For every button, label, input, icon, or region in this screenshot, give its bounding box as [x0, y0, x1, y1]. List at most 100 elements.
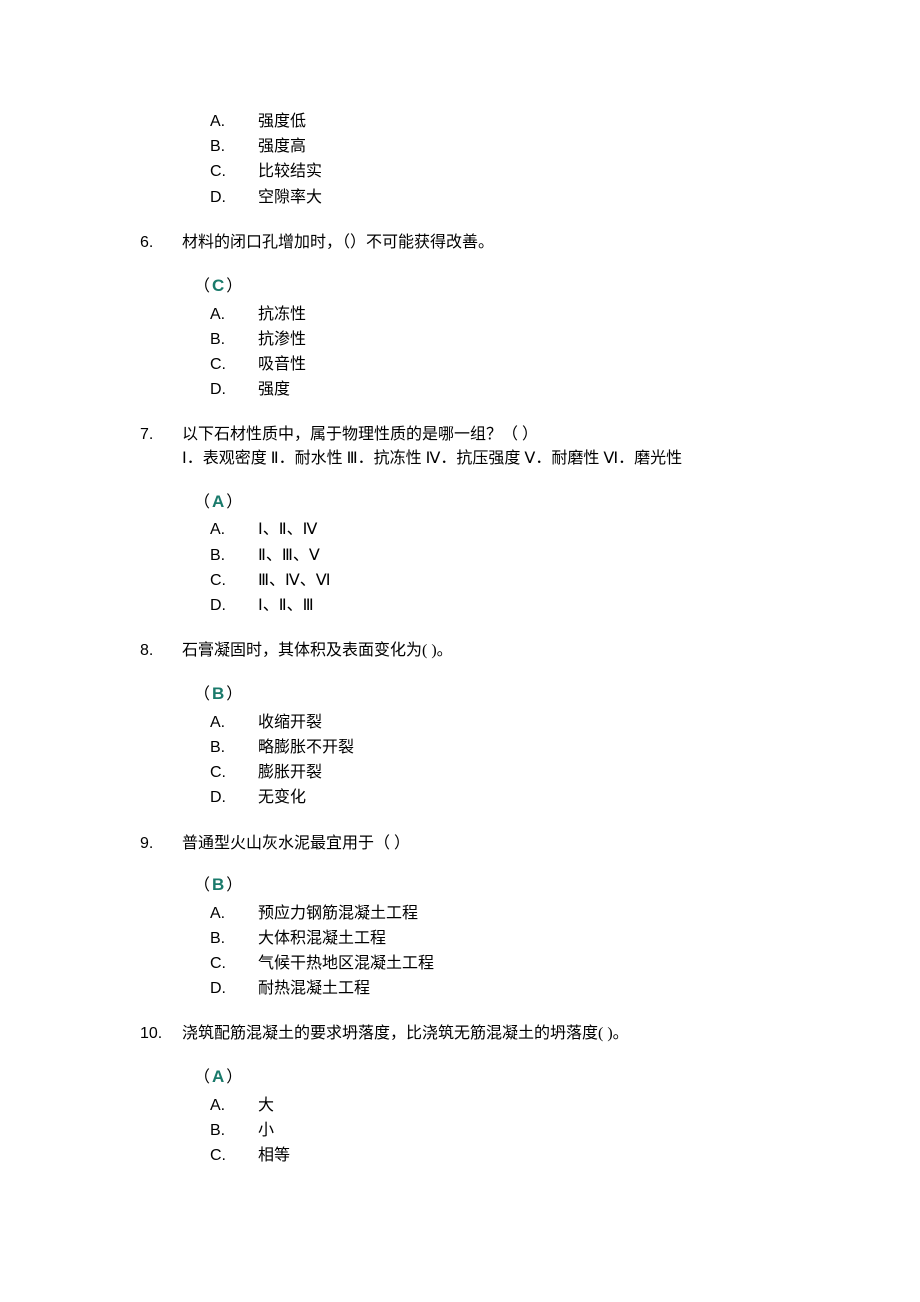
option-text: 小	[258, 1119, 800, 1142]
option-label: C.	[210, 353, 258, 376]
answer-letter: B	[210, 684, 226, 703]
option-label: B.	[210, 927, 258, 950]
option-text: 抗冻性	[258, 303, 800, 326]
question-block: 7. 以下石材性质中，属于物理性质的是哪一组？（ ） Ⅰ．表观密度 Ⅱ．耐水性 …	[140, 423, 800, 617]
option-row: C. 比较结实	[210, 160, 800, 183]
answer-block: （A）	[194, 490, 800, 515]
option-text: 比较结实	[258, 160, 800, 183]
option-label: D.	[210, 977, 258, 1000]
option-label: A.	[210, 902, 258, 925]
option-label: A.	[210, 1094, 258, 1117]
answer-block: （B）	[194, 682, 800, 707]
option-row: D. 强度	[210, 378, 800, 401]
option-row: A. 大	[210, 1094, 800, 1117]
option-row: B. 强度高	[210, 135, 800, 158]
question-text: 材料的闭口孔增加时，（）不可能获得改善。	[182, 231, 800, 254]
option-text: 无变化	[258, 786, 800, 809]
option-text: 略膨胀不开裂	[258, 736, 800, 759]
paren-open: （	[194, 877, 210, 894]
option-label: B.	[210, 328, 258, 351]
question-number: 10.	[140, 1022, 182, 1045]
option-row: C. Ⅲ、Ⅳ、Ⅵ	[210, 569, 800, 592]
paren-close: ）	[226, 278, 242, 295]
option-list: A. 强度低 B. 强度高 C. 比较结实 D. 空隙率大	[210, 110, 800, 209]
answer-letter: C	[210, 276, 226, 295]
option-row: B. 抗渗性	[210, 328, 800, 351]
option-label: D.	[210, 594, 258, 617]
question-text: 浇筑配筋混凝土的要求坍落度，比浇筑无筋混凝土的坍落度( )。	[182, 1022, 800, 1045]
option-text: 强度	[258, 378, 800, 401]
question-number: 8.	[140, 639, 182, 662]
option-text: 气候干热地区混凝土工程	[258, 952, 800, 975]
option-label: A.	[210, 711, 258, 734]
question-block: 6. 材料的闭口孔增加时，（）不可能获得改善。 （C） A. 抗冻性 B. 抗渗…	[140, 231, 800, 402]
paren-close: ）	[226, 877, 242, 894]
paren-open: （	[194, 686, 210, 703]
question-number: 7.	[140, 423, 182, 446]
option-text: 大体积混凝土工程	[258, 927, 800, 950]
option-label: C.	[210, 160, 258, 183]
answer-block: （A）	[194, 1065, 800, 1090]
option-text: 预应力钢筋混凝土工程	[258, 902, 800, 925]
option-text: 耐热混凝土工程	[258, 977, 800, 1000]
question-block: 8. 石膏凝固时，其体积及表面变化为( )。 （B） A. 收缩开裂 B. 略膨…	[140, 639, 800, 810]
option-text: Ⅰ、Ⅱ、Ⅲ	[258, 594, 800, 617]
question-text: 普通型火山灰水泥最宜用于（ ）	[182, 832, 800, 855]
question-block: A. 强度低 B. 强度高 C. 比较结实 D. 空隙率大	[140, 110, 800, 209]
option-text: 吸音性	[258, 353, 800, 376]
paren-open: （	[194, 1069, 210, 1086]
option-row: A. Ⅰ、Ⅱ、Ⅳ	[210, 518, 800, 541]
option-row: C. 膨胀开裂	[210, 761, 800, 784]
option-label: D.	[210, 378, 258, 401]
question-text: 以下石材性质中，属于物理性质的是哪一组？（ ）	[182, 423, 800, 446]
option-label: D.	[210, 186, 258, 209]
option-text: 膨胀开裂	[258, 761, 800, 784]
option-label: C.	[210, 1144, 258, 1167]
answer-block: （C）	[194, 274, 800, 299]
option-label: B.	[210, 544, 258, 567]
option-label: A.	[210, 518, 258, 541]
option-row: D. 无变化	[210, 786, 800, 809]
option-text: Ⅱ、Ⅲ、Ⅴ	[258, 544, 800, 567]
option-text: Ⅲ、Ⅳ、Ⅵ	[258, 569, 800, 592]
question-block: 10. 浇筑配筋混凝土的要求坍落度，比浇筑无筋混凝土的坍落度( )。 （A） A…	[140, 1022, 800, 1167]
option-row: D. 空隙率大	[210, 186, 800, 209]
paren-open: （	[194, 494, 210, 511]
answer-block: （B）	[194, 873, 800, 898]
option-row: D. 耐热混凝土工程	[210, 977, 800, 1000]
paren-close: ）	[226, 1069, 242, 1086]
option-text: 大	[258, 1094, 800, 1117]
paren-open: （	[194, 278, 210, 295]
question-number: 6.	[140, 231, 182, 254]
option-list: A. 预应力钢筋混凝土工程 B. 大体积混凝土工程 C. 气候干热地区混凝土工程…	[210, 902, 800, 1001]
question-block: 9. 普通型火山灰水泥最宜用于（ ） （B） A. 预应力钢筋混凝土工程 B. …	[140, 832, 800, 1001]
option-row: B. 略膨胀不开裂	[210, 736, 800, 759]
option-text: 抗渗性	[258, 328, 800, 351]
option-row: A. 预应力钢筋混凝土工程	[210, 902, 800, 925]
option-list: A. 收缩开裂 B. 略膨胀不开裂 C. 膨胀开裂 D. 无变化	[210, 711, 800, 810]
option-label: C.	[210, 952, 258, 975]
option-row: A. 强度低	[210, 110, 800, 133]
option-list: A. 抗冻性 B. 抗渗性 C. 吸音性 D. 强度	[210, 303, 800, 402]
paren-close: ）	[226, 494, 242, 511]
document-page: A. 强度低 B. 强度高 C. 比较结实 D. 空隙率大 6. 材料的闭口孔增…	[0, 0, 920, 1302]
question-subtext: Ⅰ．表观密度 Ⅱ．耐水性 Ⅲ．抗冻性 Ⅳ．抗压强度 Ⅴ．耐磨性 Ⅵ．磨光性	[182, 447, 800, 470]
option-label: B.	[210, 135, 258, 158]
question-text: 石膏凝固时，其体积及表面变化为( )。	[182, 639, 800, 662]
option-label: C.	[210, 761, 258, 784]
option-row: A. 收缩开裂	[210, 711, 800, 734]
paren-close: ）	[226, 686, 242, 703]
option-row: C. 吸音性	[210, 353, 800, 376]
option-row: C. 气候干热地区混凝土工程	[210, 952, 800, 975]
answer-letter: B	[210, 875, 226, 894]
option-label: A.	[210, 303, 258, 326]
option-row: D. Ⅰ、Ⅱ、Ⅲ	[210, 594, 800, 617]
option-text: 空隙率大	[258, 186, 800, 209]
option-list: A. Ⅰ、Ⅱ、Ⅳ B. Ⅱ、Ⅲ、Ⅴ C. Ⅲ、Ⅳ、Ⅵ D. Ⅰ、Ⅱ、Ⅲ	[210, 518, 800, 617]
option-row: B. 大体积混凝土工程	[210, 927, 800, 950]
option-list: A. 大 B. 小 C. 相等	[210, 1094, 800, 1168]
option-label: C.	[210, 569, 258, 592]
option-row: B. Ⅱ、Ⅲ、Ⅴ	[210, 544, 800, 567]
option-text: 收缩开裂	[258, 711, 800, 734]
option-row: B. 小	[210, 1119, 800, 1142]
